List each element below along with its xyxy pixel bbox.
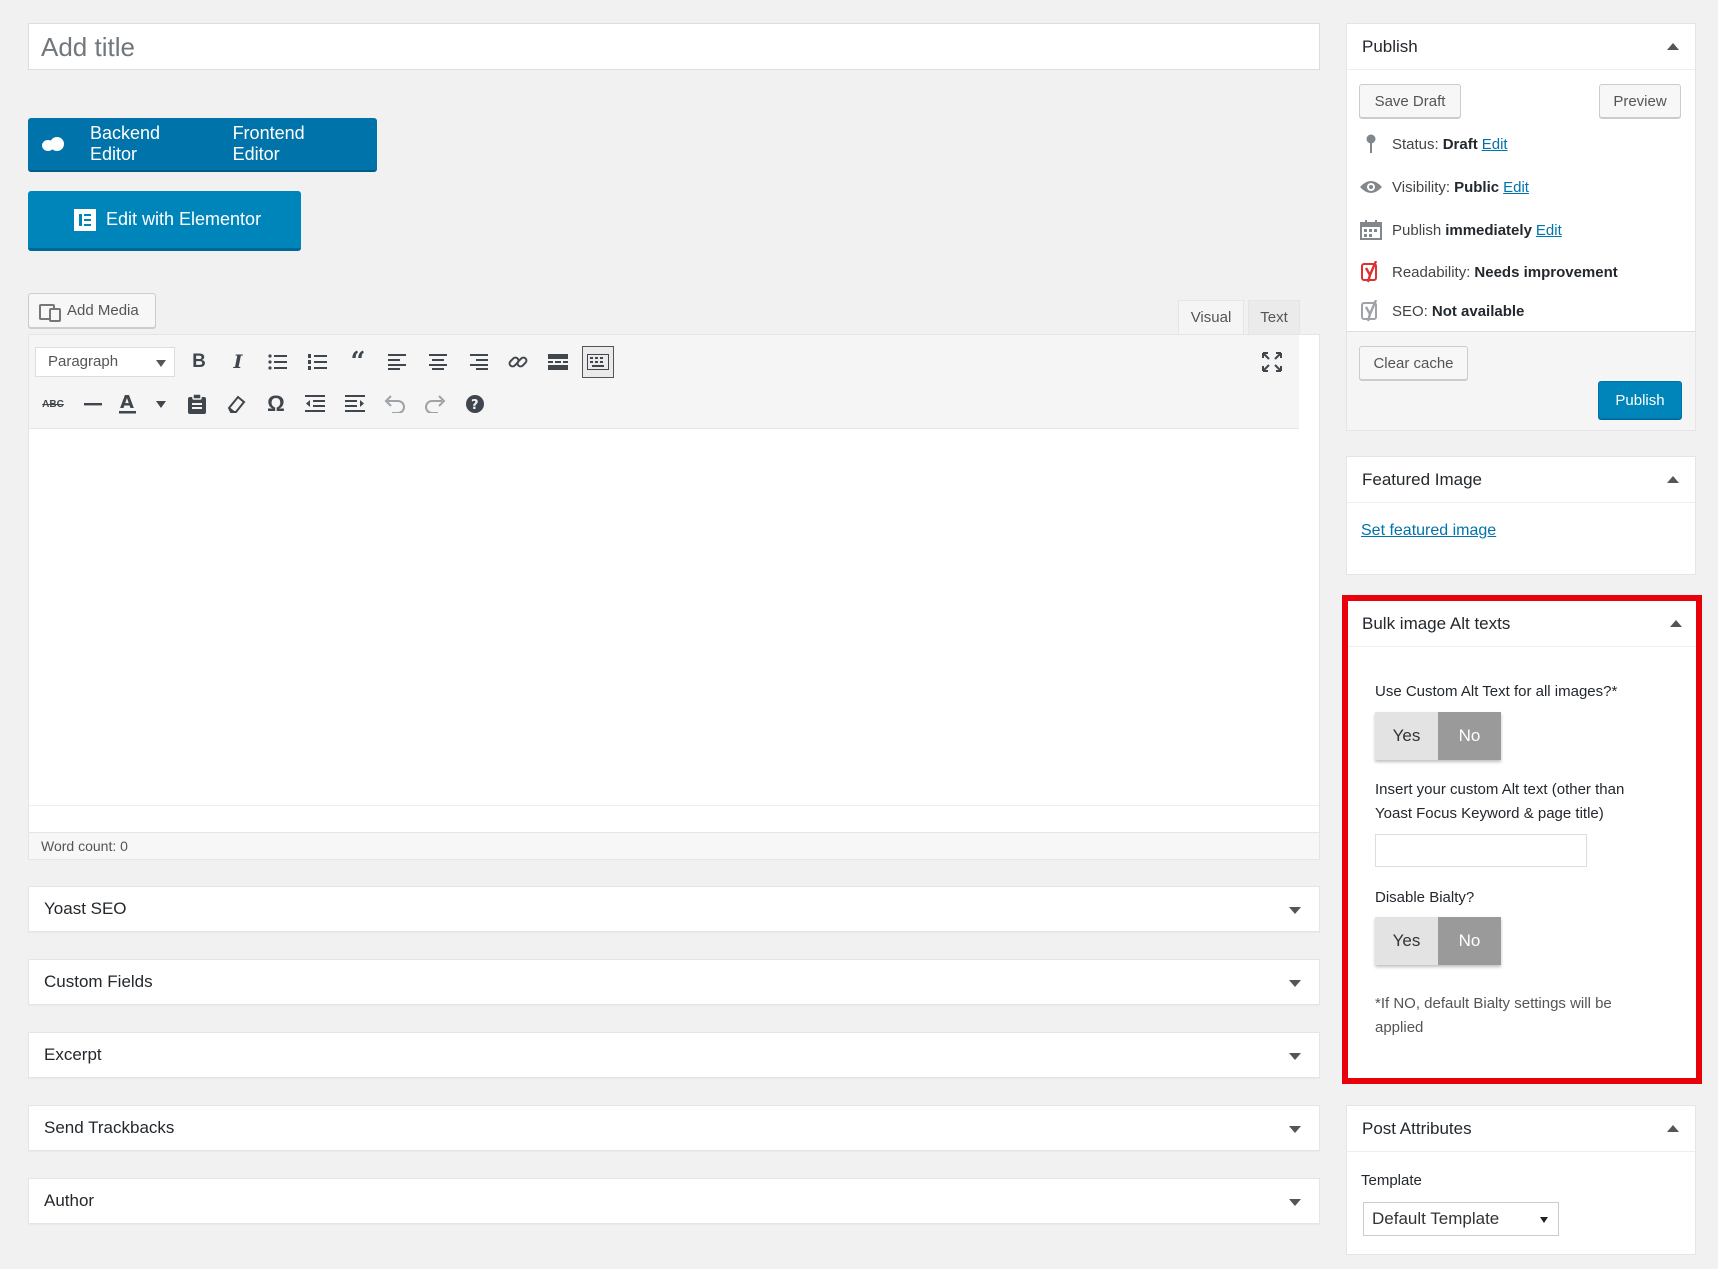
tab-text[interactable]: Text bbox=[1248, 300, 1300, 334]
chevron-down-icon[interactable] bbox=[156, 401, 166, 408]
publish-button[interactable]: Publish bbox=[1598, 381, 1682, 419]
custom-alt-text-input[interactable] bbox=[1375, 834, 1587, 867]
bialty-note-line1: *If NO, default Bialty settings will be bbox=[1375, 995, 1612, 1012]
publish-box-header[interactable]: Publish bbox=[1347, 24, 1695, 70]
edit-with-elementor-button[interactable]: Edit with Elementor bbox=[28, 191, 301, 251]
italic-icon[interactable]: I bbox=[222, 346, 254, 378]
chevron-down-icon[interactable] bbox=[1289, 1053, 1301, 1060]
edit-publish-date-link[interactable]: Edit bbox=[1536, 222, 1562, 239]
svg-text:?: ? bbox=[471, 398, 479, 413]
chevron-up-icon[interactable] bbox=[1670, 620, 1682, 627]
chevron-down-icon bbox=[156, 360, 166, 367]
frontend-editor-button[interactable]: Frontend Editor bbox=[233, 123, 345, 165]
bold-icon[interactable]: B bbox=[183, 346, 215, 378]
disable-bialty-yes-option[interactable]: Yes bbox=[1375, 917, 1438, 965]
page-builder-bar: Backend Editor Frontend Editor bbox=[28, 118, 377, 172]
set-featured-image-link[interactable]: Set featured image bbox=[1361, 522, 1496, 540]
backend-editor-button[interactable]: Backend Editor bbox=[90, 123, 201, 165]
media-icon bbox=[39, 302, 61, 322]
bialty-note-line2: applied bbox=[1375, 1019, 1424, 1036]
metabox-custom-fields[interactable]: Custom Fields bbox=[28, 959, 1320, 1005]
metabox-yoast-seo[interactable]: Yoast SEO bbox=[28, 886, 1320, 932]
metabox-author[interactable]: Author bbox=[28, 1178, 1320, 1224]
align-right-icon[interactable] bbox=[462, 346, 494, 378]
readability-row: Readability: Needs improvement bbox=[1358, 259, 1618, 285]
clear-formatting-icon[interactable] bbox=[220, 388, 252, 420]
add-media-button[interactable]: Add Media bbox=[28, 293, 156, 328]
yoast-readability-icon bbox=[1358, 260, 1384, 284]
chevron-down-icon[interactable] bbox=[1289, 1199, 1301, 1206]
read-more-icon[interactable] bbox=[542, 346, 574, 378]
fullscreen-icon[interactable] bbox=[1256, 346, 1288, 378]
metabox-send-trackbacks[interactable]: Send Trackbacks bbox=[28, 1105, 1320, 1151]
chevron-down-icon[interactable] bbox=[1289, 1126, 1301, 1133]
chevron-down-icon bbox=[1540, 1217, 1548, 1223]
svg-text:A: A bbox=[120, 392, 134, 413]
word-count: Word count: 0 bbox=[28, 832, 1320, 860]
elementor-icon bbox=[74, 208, 96, 231]
align-left-icon[interactable] bbox=[382, 346, 414, 378]
disable-bialty-question: Disable Bialty? bbox=[1375, 889, 1475, 906]
chevron-down-icon[interactable] bbox=[1289, 980, 1301, 987]
status-row: Status: Draft Edit bbox=[1358, 131, 1508, 157]
chevron-up-icon[interactable] bbox=[1667, 1125, 1679, 1132]
custom-alt-no-option[interactable]: No bbox=[1438, 712, 1501, 760]
undo-icon[interactable] bbox=[379, 388, 411, 420]
disable-bialty-no-option[interactable]: No bbox=[1438, 917, 1501, 965]
eye-icon bbox=[1358, 175, 1384, 199]
help-icon[interactable]: ? bbox=[459, 388, 491, 420]
template-label: Template bbox=[1361, 1172, 1422, 1189]
edit-status-link[interactable]: Edit bbox=[1482, 136, 1508, 153]
edit-visibility-link[interactable]: Edit bbox=[1503, 179, 1529, 196]
save-draft-button[interactable]: Save Draft bbox=[1359, 84, 1461, 118]
chevron-up-icon[interactable] bbox=[1667, 476, 1679, 483]
disable-bialty-toggle[interactable]: Yes No bbox=[1375, 917, 1501, 965]
metabox-excerpt[interactable]: Excerpt bbox=[28, 1032, 1320, 1078]
custom-alt-toggle[interactable]: Yes No bbox=[1375, 712, 1501, 760]
featured-image-box: Featured Image bbox=[1346, 456, 1696, 575]
yoast-seo-icon bbox=[1358, 299, 1384, 323]
seo-row: SEO: Not available bbox=[1358, 298, 1524, 324]
strikethrough-icon[interactable]: ABC bbox=[37, 388, 69, 420]
numbered-list-icon[interactable] bbox=[302, 346, 334, 378]
custom-alt-text-label-line1: Insert your custom Alt text (other than bbox=[1375, 781, 1625, 798]
text-color-icon[interactable]: A bbox=[116, 388, 148, 420]
visibility-row: Visibility: Public Edit bbox=[1358, 174, 1529, 200]
custom-alt-question: Use Custom Alt Text for all images?* bbox=[1375, 683, 1618, 700]
post-attributes-header[interactable]: Post Attributes bbox=[1347, 1106, 1695, 1152]
clear-cache-button[interactable]: Clear cache bbox=[1359, 346, 1468, 380]
preview-button[interactable]: Preview bbox=[1599, 84, 1681, 118]
editor-resize-divider bbox=[29, 805, 1319, 806]
featured-image-header[interactable]: Featured Image bbox=[1347, 457, 1695, 503]
horizontal-line-icon[interactable] bbox=[77, 388, 109, 420]
toolbar-toggle-icon[interactable] bbox=[582, 346, 614, 378]
bullet-list-icon[interactable] bbox=[262, 346, 294, 378]
publish-date-row: Publish immediately Edit bbox=[1358, 217, 1562, 243]
align-center-icon[interactable] bbox=[422, 346, 454, 378]
special-character-icon[interactable]: Ω bbox=[260, 388, 292, 420]
custom-alt-text-label-line2: Yoast Focus Keyword & page title) bbox=[1375, 805, 1604, 822]
outdent-icon[interactable] bbox=[299, 388, 331, 420]
blockquote-icon[interactable]: “ bbox=[342, 346, 374, 378]
format-select[interactable]: Paragraph bbox=[35, 347, 175, 377]
bulk-alt-texts-header[interactable]: Bulk image Alt texts bbox=[1348, 601, 1696, 647]
post-title-input[interactable]: Add title bbox=[28, 23, 1320, 70]
indent-icon[interactable] bbox=[339, 388, 371, 420]
pin-icon bbox=[1358, 132, 1384, 156]
calendar-icon bbox=[1358, 218, 1384, 242]
tab-visual[interactable]: Visual bbox=[1178, 300, 1244, 334]
chevron-up-icon[interactable] bbox=[1667, 43, 1679, 50]
template-select[interactable]: Default Template bbox=[1363, 1202, 1559, 1236]
cloud-icon bbox=[42, 137, 64, 151]
paste-text-icon[interactable] bbox=[181, 388, 213, 420]
custom-alt-yes-option[interactable]: Yes bbox=[1375, 712, 1438, 760]
link-icon[interactable] bbox=[502, 346, 534, 378]
redo-icon[interactable] bbox=[419, 388, 451, 420]
chevron-down-icon[interactable] bbox=[1289, 907, 1301, 914]
